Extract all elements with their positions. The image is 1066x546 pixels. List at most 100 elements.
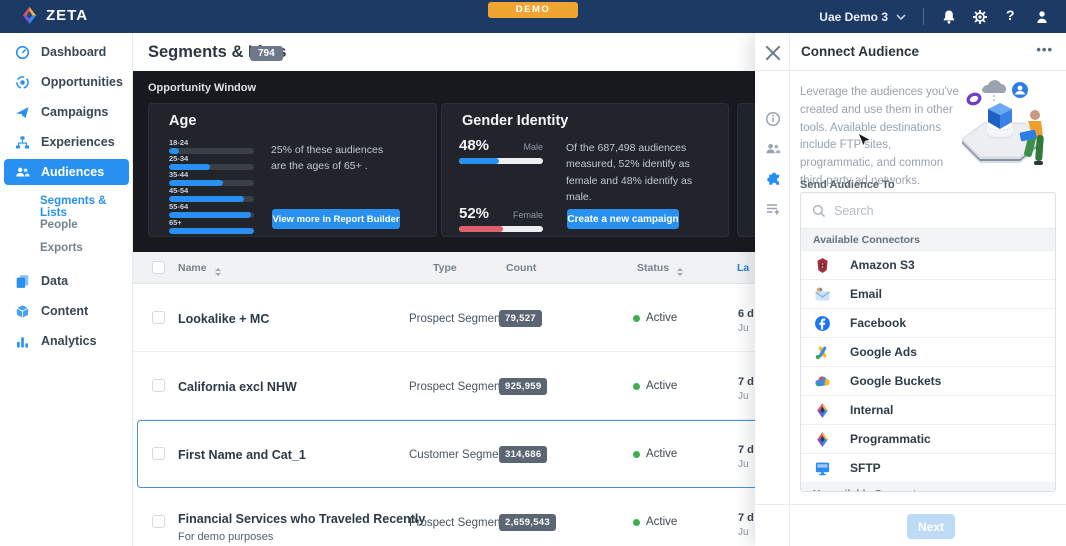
analytics-bars-icon [15,334,30,349]
settings-gear-icon[interactable] [972,9,988,25]
chevron-down-icon [896,14,906,20]
zeta-logo[interactable]: ZETA [20,6,88,25]
close-icon[interactable] [765,45,781,61]
sidebar-item-experiences[interactable]: Experiences [0,129,133,155]
count-badge: 79,527 [499,310,542,327]
account-name: Uae Demo 3 [819,10,888,24]
sidebar-item-dashboard[interactable]: Dashboard [0,39,133,65]
row-checkbox[interactable] [152,447,165,460]
dashboard-icon [15,45,30,60]
segments-count-badge: 794 [250,46,283,61]
sidebar-item-opportunities[interactable]: Opportunities [0,69,133,95]
demo-badge[interactable]: DEMO [488,2,578,18]
zeta-diamond-icon [20,6,39,25]
sidebar-item-content[interactable]: Content [0,298,133,324]
column-header-last[interactable]: La [737,262,749,274]
zeta-internal-icon [814,402,831,419]
notifications-bell-icon[interactable] [941,9,957,25]
info-icon[interactable] [765,111,781,127]
status-dot [633,519,640,526]
female-bar [459,226,543,232]
female-percent: 52% [459,205,489,222]
status-dot [633,315,640,322]
experiences-flow-icon [15,135,30,150]
age-card-note: 25% of these audiences are the ages of 6… [271,142,401,175]
sidebar-item-campaigns[interactable]: Campaigns [0,99,133,125]
audience-users-icon[interactable] [765,141,781,157]
column-header-status[interactable]: Status [637,262,683,276]
amazon-s3-icon [814,257,831,274]
select-all-checkbox[interactable] [152,261,165,274]
male-label: Male [514,142,543,152]
gender-card-title: Gender Identity [462,113,568,129]
status-label: Active [646,380,677,392]
column-header-count: Count [506,262,536,274]
panel-description: Leverage the audiences you've created an… [800,84,960,191]
row-checkbox[interactable] [152,515,165,528]
connector-amazon-s3[interactable]: Amazon S3 [801,251,1055,280]
count-badge: 314,686 [499,446,547,463]
account-switcher[interactable]: Uae Demo 3 [819,0,906,33]
connector-internal[interactable]: Internal [801,396,1055,425]
status-dot [633,383,640,390]
google-cloud-icon [814,373,831,390]
connect-audience-panel: Connect Audience ••• Leverage the audien… [755,33,1066,546]
opportunity-window-title: Opportunity Window [148,82,256,94]
male-percent: 48% [459,137,489,154]
sidebar-subitem-segments-lists[interactable]: Segments & Lists [40,195,132,219]
search-icon [812,204,826,218]
sidebar-item-data[interactable]: Data [0,268,133,294]
column-header-type: Type [433,262,457,274]
help-icon[interactable]: ? [1006,7,1022,23]
status-dot [633,451,640,458]
mouse-cursor [857,133,871,149]
connector-google-buckets[interactable]: Google Buckets [801,367,1055,396]
count-badge: 2,659,543 [499,514,556,531]
panel-footer-divider [755,504,1066,505]
female-label: Female [500,210,543,220]
view-report-builder-button[interactable]: View more in Report Builder [272,209,400,229]
opportunities-icon [15,75,30,90]
app-root: ZETA DEMO Uae Demo 3 ? [0,0,1066,546]
facebook-icon [814,315,831,332]
connector-sftp[interactable]: SFTP [801,454,1055,483]
connector-google-ads[interactable]: Google Ads [801,338,1055,367]
status-label: Active [646,448,677,460]
brand-name: ZETA [46,7,88,24]
sidebar-item-audiences[interactable]: Audiences [4,159,129,185]
search-input[interactable] [834,204,1034,218]
panel-header-divider [755,70,1066,71]
create-campaign-button[interactable]: Create a new campaign [567,209,679,229]
age-card-title: Age [169,113,196,129]
male-bar [459,158,543,164]
sftp-server-icon [814,460,831,477]
sidebar-subitem-people[interactable]: People [40,219,78,231]
next-button[interactable]: Next [907,514,955,539]
age-bar-45-54: 45-54 [169,187,254,202]
age-card: Age 18-24 25-34 35-44 45-54 55-64 [148,103,437,237]
connect-audience-illustration [948,77,1060,177]
zeta-programmatic-icon [814,431,831,448]
audiences-people-icon [15,165,30,180]
available-connectors-header: Available Connectors [801,229,1055,251]
gender-card-note: Of the 687,498 audiences measured, 52% i… [566,140,696,205]
row-checkbox[interactable] [152,311,165,324]
sort-icon [677,268,683,276]
connector-listbox: Available Connectors Amazon S3 Email Fac… [800,192,1056,492]
user-avatar-icon[interactable] [1034,9,1050,25]
status-label: Active [646,516,677,528]
connector-facebook[interactable]: Facebook [801,309,1055,338]
unavailable-connectors-header: Unavailable Connectors [801,483,1055,492]
connector-programmatic[interactable]: Programmatic [801,425,1055,454]
sidebar-subitem-exports[interactable]: Exports [40,242,83,254]
connector-email[interactable]: Email [801,280,1055,309]
panel-title: Connect Audience [801,44,919,59]
overflow-menu-icon[interactable]: ••• [1036,42,1053,57]
sidebar-item-analytics[interactable]: Analytics [0,328,133,354]
column-header-name[interactable]: Name [178,262,221,276]
connectors-puzzle-icon[interactable] [765,171,781,187]
campaigns-paper-plane-icon [15,105,30,120]
list-add-icon[interactable] [765,201,781,217]
row-checkbox[interactable] [152,379,165,392]
connector-search[interactable] [801,193,1055,229]
